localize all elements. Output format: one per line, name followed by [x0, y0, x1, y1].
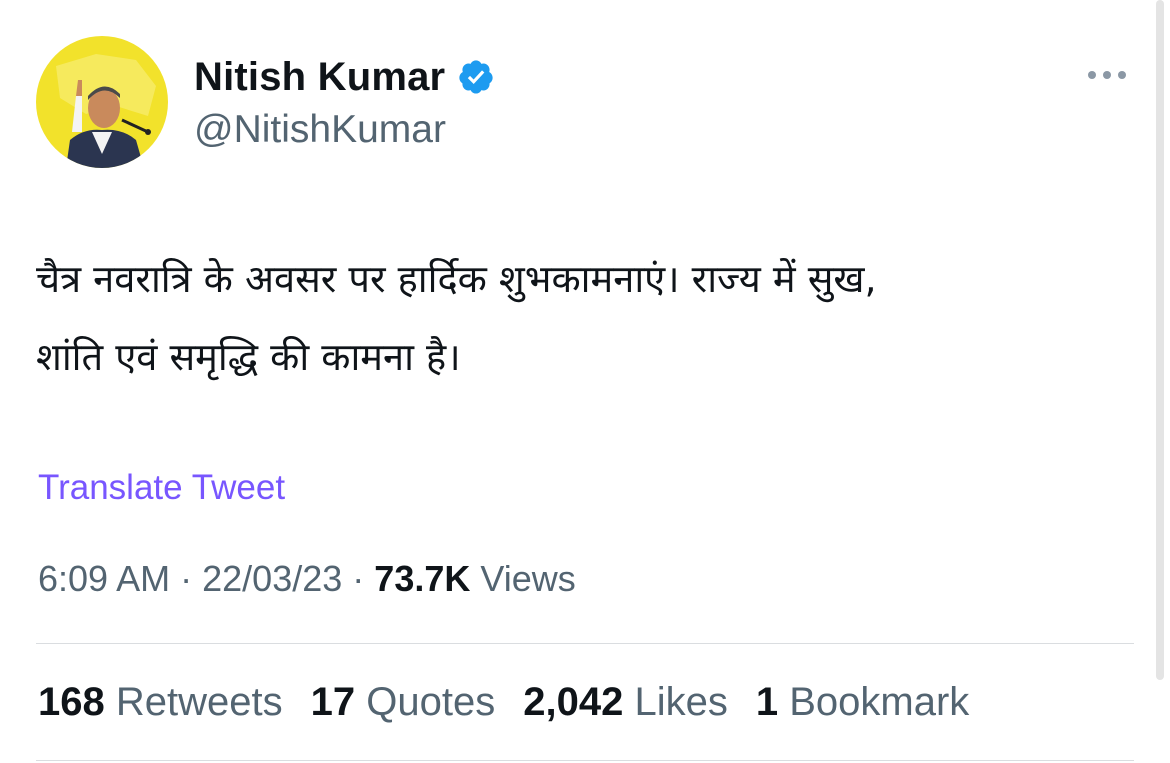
tweet-time[interactable]: 6:09 AM	[38, 558, 170, 600]
likes-stat[interactable]: 2,042 Likes	[523, 680, 728, 725]
retweets-count: 168	[38, 680, 105, 724]
retweets-stat[interactable]: 168 Retweets	[38, 680, 283, 725]
likes-count: 2,042	[523, 680, 624, 724]
views-label: Views	[480, 558, 576, 599]
quotes-label: Quotes	[366, 680, 496, 724]
avatar-image	[36, 36, 168, 168]
engagement-stats: 168 Retweets 17 Quotes 2,042 Likes 1 Boo…	[38, 680, 997, 725]
tweet-text: चैत्र नवरात्रि के अवसर पर हार्दिक शुभकाम…	[36, 257, 877, 379]
avatar[interactable]	[36, 36, 168, 168]
divider	[36, 760, 1134, 761]
bookmarks-stat[interactable]: 1 Bookmark	[756, 680, 969, 725]
more-options-icon[interactable]	[1084, 60, 1130, 90]
display-name[interactable]: Nitish Kumar	[194, 55, 445, 100]
author-name-row[interactable]: Nitish Kumar	[194, 52, 495, 102]
tweet-date[interactable]: 22/03/23	[202, 558, 342, 600]
divider	[36, 643, 1134, 644]
scrollbar[interactable]	[1156, 0, 1164, 680]
retweets-label: Retweets	[115, 680, 283, 724]
views-count: 73.7K	[374, 558, 471, 599]
quotes-stat[interactable]: 17 Quotes	[311, 680, 496, 725]
translate-tweet-link[interactable]: Translate Tweet	[38, 468, 285, 508]
tweet-metadata: 6:09 AM · 22/03/23 · 73.7K Views	[38, 558, 576, 600]
meta-separator: ·	[352, 558, 365, 599]
verified-badge-icon	[457, 58, 495, 96]
user-handle[interactable]: @NitishKumar	[194, 108, 446, 152]
likes-label: Likes	[634, 680, 728, 724]
bookmarks-count: 1	[755, 680, 779, 724]
meta-separator: ·	[180, 558, 193, 599]
bookmarks-label: Bookmark	[789, 680, 970, 724]
quotes-count: 17	[310, 680, 356, 724]
